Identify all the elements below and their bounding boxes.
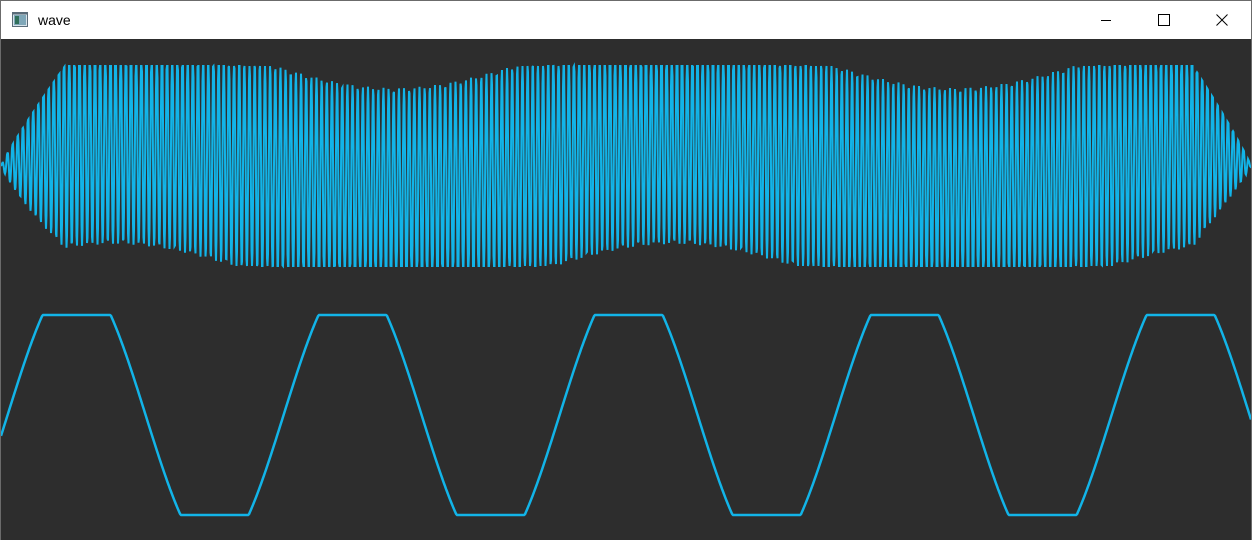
clipped-sine-trace — [1, 313, 1251, 517]
waveform-plot — [1, 62, 1251, 517]
maximize-button[interactable] — [1135, 1, 1193, 39]
title-bar[interactable]: wave — [1, 1, 1251, 39]
close-icon — [1216, 14, 1228, 26]
close-button[interactable] — [1193, 1, 1251, 39]
waveform-canvas — [1, 39, 1251, 540]
minimize-button[interactable] — [1077, 1, 1135, 39]
window-title: wave — [38, 12, 71, 28]
app-window-icon — [12, 12, 28, 27]
app-window: wave — [0, 0, 1252, 540]
minimize-icon — [1101, 20, 1111, 21]
modulated-wave-trace — [1, 62, 1251, 269]
maximize-icon — [1158, 14, 1170, 26]
